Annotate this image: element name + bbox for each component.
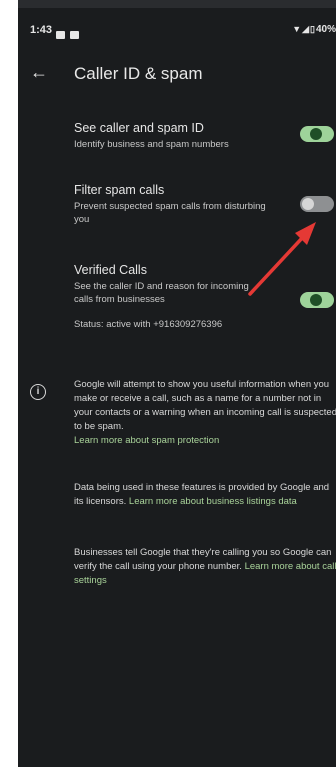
page-title: Caller ID & spam	[74, 64, 203, 83]
toggle-knob	[310, 294, 322, 306]
battery-icon: ▯	[310, 24, 315, 34]
battery-percent: 40%	[315, 24, 336, 35]
phone-screen: 1:43 ▼◢▯40% ← Caller ID & spam See calle…	[18, 0, 336, 767]
setting-title: Filter spam calls	[74, 183, 165, 197]
status-bar: 1:43 ▼◢▯40%	[18, 22, 336, 42]
sim-icon	[70, 31, 79, 39]
setting-subtitle: See the caller ID and reason for incomin…	[74, 281, 249, 305]
caller-spam-id-toggle[interactable]	[300, 126, 334, 142]
business-listings-link[interactable]: Learn more about business listings data	[129, 496, 297, 507]
filter-spam-toggle[interactable]	[300, 196, 334, 212]
setting-filter-spam[interactable]: Filter spam calls Prevent suspected spam…	[74, 182, 334, 226]
verified-calls-toggle[interactable]	[300, 292, 334, 308]
info-paragraph-1: Google will attempt to show you useful i…	[74, 378, 336, 448]
info-paragraph-3: Businesses tell Google that they're call…	[74, 546, 336, 588]
app-bar: ← Caller ID & spam	[18, 60, 336, 92]
signal-icon: ◢	[302, 24, 310, 34]
toggle-knob	[302, 198, 314, 210]
notification-icons	[56, 26, 84, 44]
status-right: ▼◢▯40%	[292, 24, 336, 35]
top-strip	[18, 0, 336, 8]
status-time: 1:43	[30, 24, 53, 36]
info-text-1: Google will attempt to show you useful i…	[74, 379, 336, 432]
toggle-knob	[310, 128, 322, 140]
info-icon: i	[30, 384, 46, 400]
setting-title: See caller and spam ID	[74, 121, 204, 135]
setting-subtitle: Identify business and spam numbers	[74, 139, 229, 150]
info-paragraph-2: Data being used in these features is pro…	[74, 481, 336, 509]
setting-subtitle: Prevent suspected spam calls from distur…	[74, 201, 266, 225]
setting-caller-spam-id[interactable]: See caller and spam ID Identify business…	[74, 120, 334, 151]
wifi-icon: ▼	[292, 24, 302, 34]
verified-status: Status: active with +916309276396	[74, 319, 223, 330]
spam-protection-link[interactable]: Learn more about spam protection	[74, 435, 219, 446]
setting-title: Verified Calls	[74, 263, 147, 277]
back-arrow-icon[interactable]: ←	[30, 62, 48, 83]
message-icon	[56, 31, 65, 39]
setting-verified-calls[interactable]: Verified Calls See the caller ID and rea…	[74, 262, 334, 331]
